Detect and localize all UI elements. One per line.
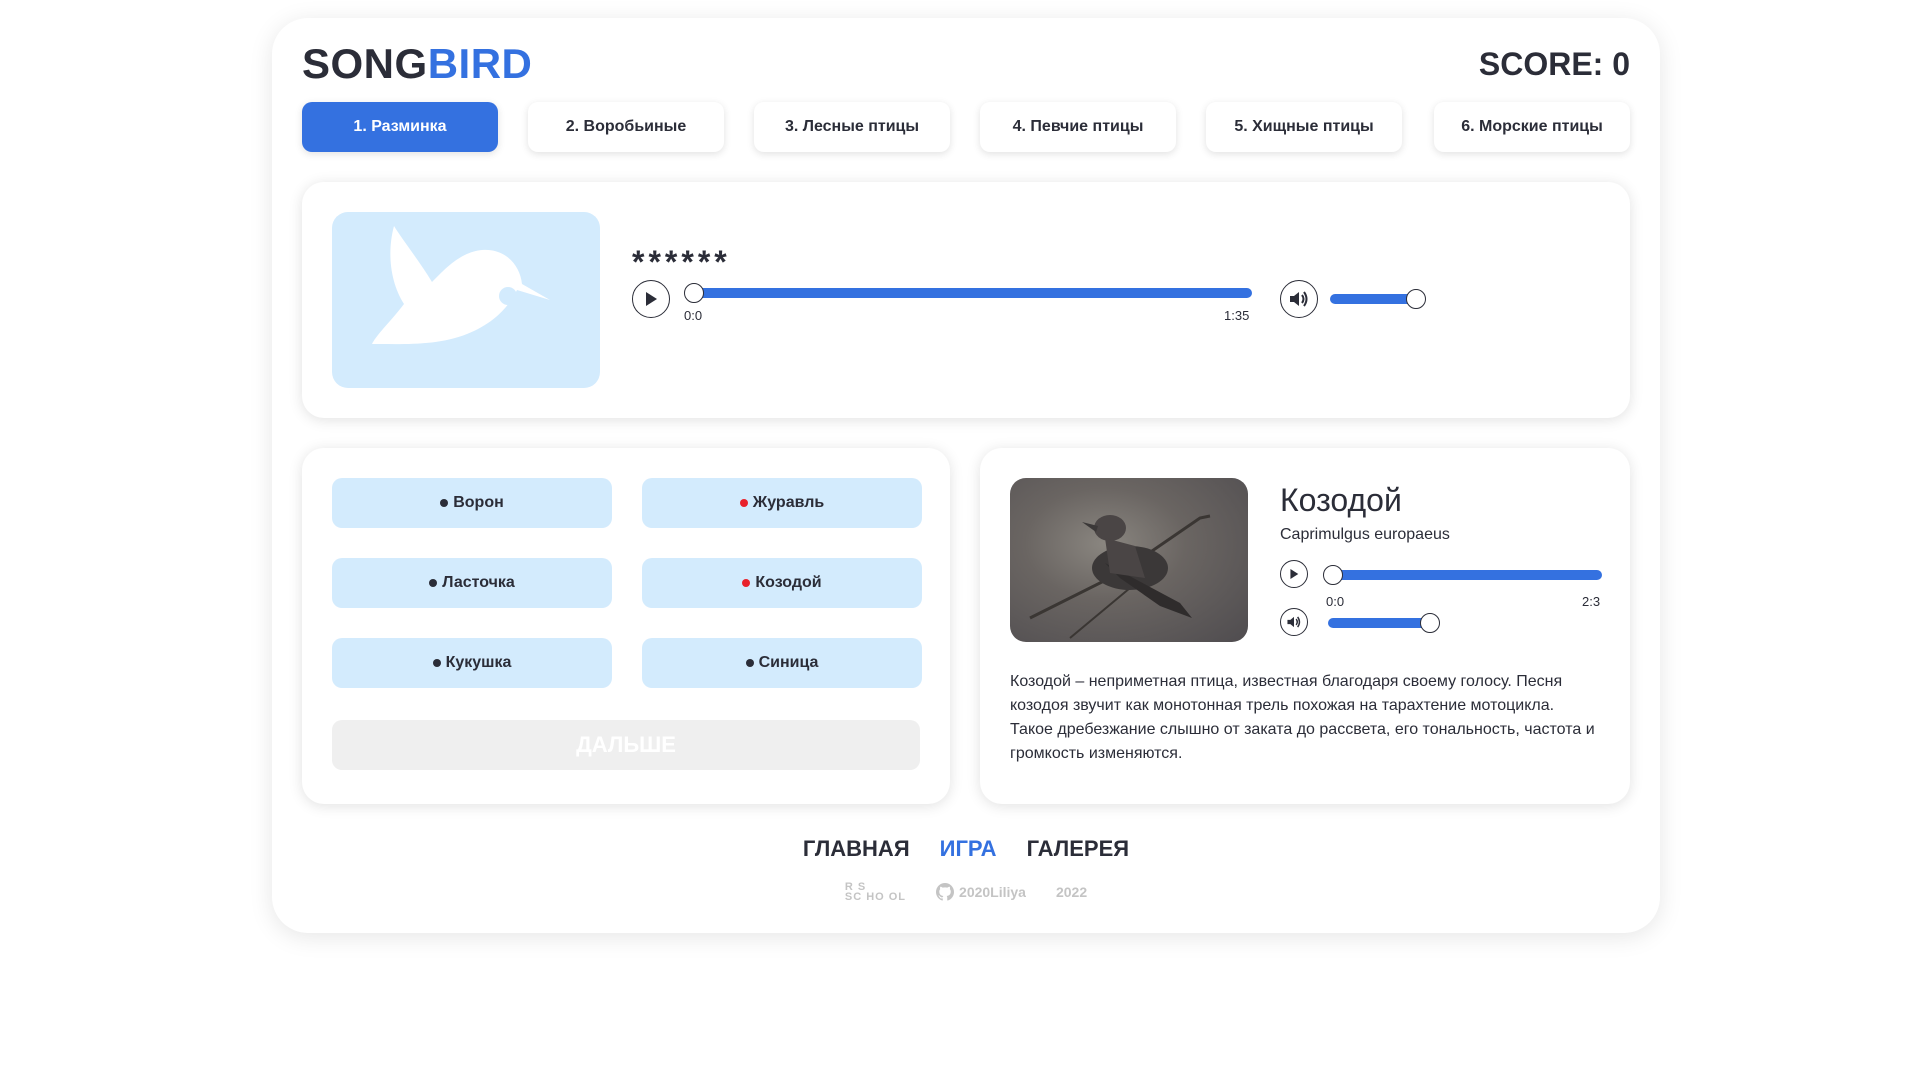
question-card: ****** 0:0 1:35 — [302, 182, 1630, 418]
question-volume-button[interactable] — [1280, 280, 1318, 318]
question-progress-track[interactable] — [692, 288, 1252, 298]
info-play-button[interactable] — [1280, 560, 1308, 588]
bird-name: Козодой — [1280, 482, 1402, 518]
tab-warmup[interactable]: 1. Разминка — [302, 102, 498, 152]
answer-option[interactable]: Ласточка — [332, 558, 612, 608]
tab-seabirds[interactable]: 6. Морские птицы — [1434, 102, 1630, 152]
logo-part-song: SONG — [302, 40, 428, 87]
tab-sparrows[interactable]: 2. Воробьиные — [528, 102, 724, 152]
question-progress-knob[interactable] — [684, 283, 704, 303]
answer-label: Синица — [758, 654, 819, 671]
answer-option[interactable]: Ворон — [332, 478, 612, 528]
github-link[interactable]: 2020Liliya — [936, 883, 1026, 901]
bird-placeholder-image — [332, 212, 600, 388]
nav-link-gallery[interactable]: ГАЛЕРЕЯ — [1027, 836, 1130, 862]
category-tabs: 1. Разминка 2. Воробьиные 3. Лесные птиц… — [302, 102, 1630, 152]
answer-option[interactable]: Козодой — [642, 558, 922, 608]
bird-info-card: Козодой Caprimulgus europaeus 0:0 2:3 Ко… — [980, 448, 1630, 804]
play-icon — [646, 292, 657, 306]
bird-silhouette-icon — [372, 226, 550, 345]
answer-status-dot — [440, 499, 449, 507]
footer-year: 2022 — [1055, 884, 1088, 900]
question-current-time: 0:0 — [684, 308, 703, 323]
nav-link-main[interactable]: ГЛАВНАЯ — [803, 836, 910, 862]
bird-latin-name: Caprimulgus europaeus — [1280, 526, 1450, 543]
answers-card: Ворон Журавль Ласточка Козодой Кукушка С… — [302, 448, 950, 804]
github-username: 2020Liliya — [959, 884, 1026, 900]
question-duration: 1:35 — [1224, 308, 1250, 323]
info-volume-knob[interactable] — [1420, 613, 1440, 633]
logo[interactable]: SONGBIRD — [302, 40, 532, 88]
info-volume-track[interactable] — [1328, 618, 1434, 628]
footer-meta: R S SC HO OL 2020Liliya 2022 — [272, 882, 1660, 903]
answer-status-dot — [742, 579, 751, 587]
hidden-bird-name: ****** — [632, 244, 731, 280]
info-current-time: 0:0 — [1326, 594, 1345, 609]
answer-status-dot — [432, 659, 441, 667]
answer-label: Козодой — [755, 574, 822, 591]
answer-label: Ворон — [453, 494, 504, 511]
answer-option[interactable]: Кукушка — [332, 638, 612, 688]
logo-part-bird: BIRD — [427, 40, 533, 87]
answer-option[interactable]: Синица — [642, 638, 922, 688]
volume-icon — [1287, 616, 1301, 628]
play-icon — [1290, 569, 1299, 579]
score-display: SCORE: 0 — [1478, 46, 1630, 82]
question-play-button[interactable] — [632, 280, 670, 318]
answer-label: Ласточка — [442, 574, 515, 591]
github-icon — [936, 883, 955, 901]
tab-forest-birds[interactable]: 3. Лесные птицы — [754, 102, 950, 152]
answer-label: Кукушка — [445, 654, 512, 671]
answer-label: Журавль — [752, 494, 825, 511]
next-button[interactable]: ДАЛЬШЕ — [332, 720, 920, 770]
info-progress-knob[interactable] — [1323, 565, 1343, 585]
bird-photo — [1010, 478, 1248, 642]
info-progress-track[interactable] — [1332, 570, 1602, 580]
answer-status-dot — [739, 499, 748, 507]
info-duration: 2:3 — [1582, 594, 1601, 609]
answer-status-dot — [429, 579, 438, 587]
tab-songbirds[interactable]: 4. Певчие птицы — [980, 102, 1176, 152]
question-volume-knob[interactable] — [1406, 289, 1426, 309]
info-volume-button[interactable] — [1280, 608, 1308, 636]
nav-link-game[interactable]: ИГРА — [940, 836, 997, 862]
app-container: SONGBIRD SCORE: 0 1. Разминка 2. Воробьи… — [272, 18, 1660, 933]
rs-school-logo[interactable]: R S SC HO OL — [845, 882, 906, 903]
answer-status-dot — [745, 659, 754, 667]
footer-nav: ГЛАВНАЯ ИГРА ГАЛЕРЕЯ — [272, 836, 1660, 862]
volume-icon — [1290, 291, 1308, 307]
answer-option[interactable]: Журавль — [642, 478, 922, 528]
tab-predators[interactable]: 5. Хищные птицы — [1206, 102, 1402, 152]
bird-description: Козодой – неприметная птица, известная б… — [1010, 673, 1595, 762]
